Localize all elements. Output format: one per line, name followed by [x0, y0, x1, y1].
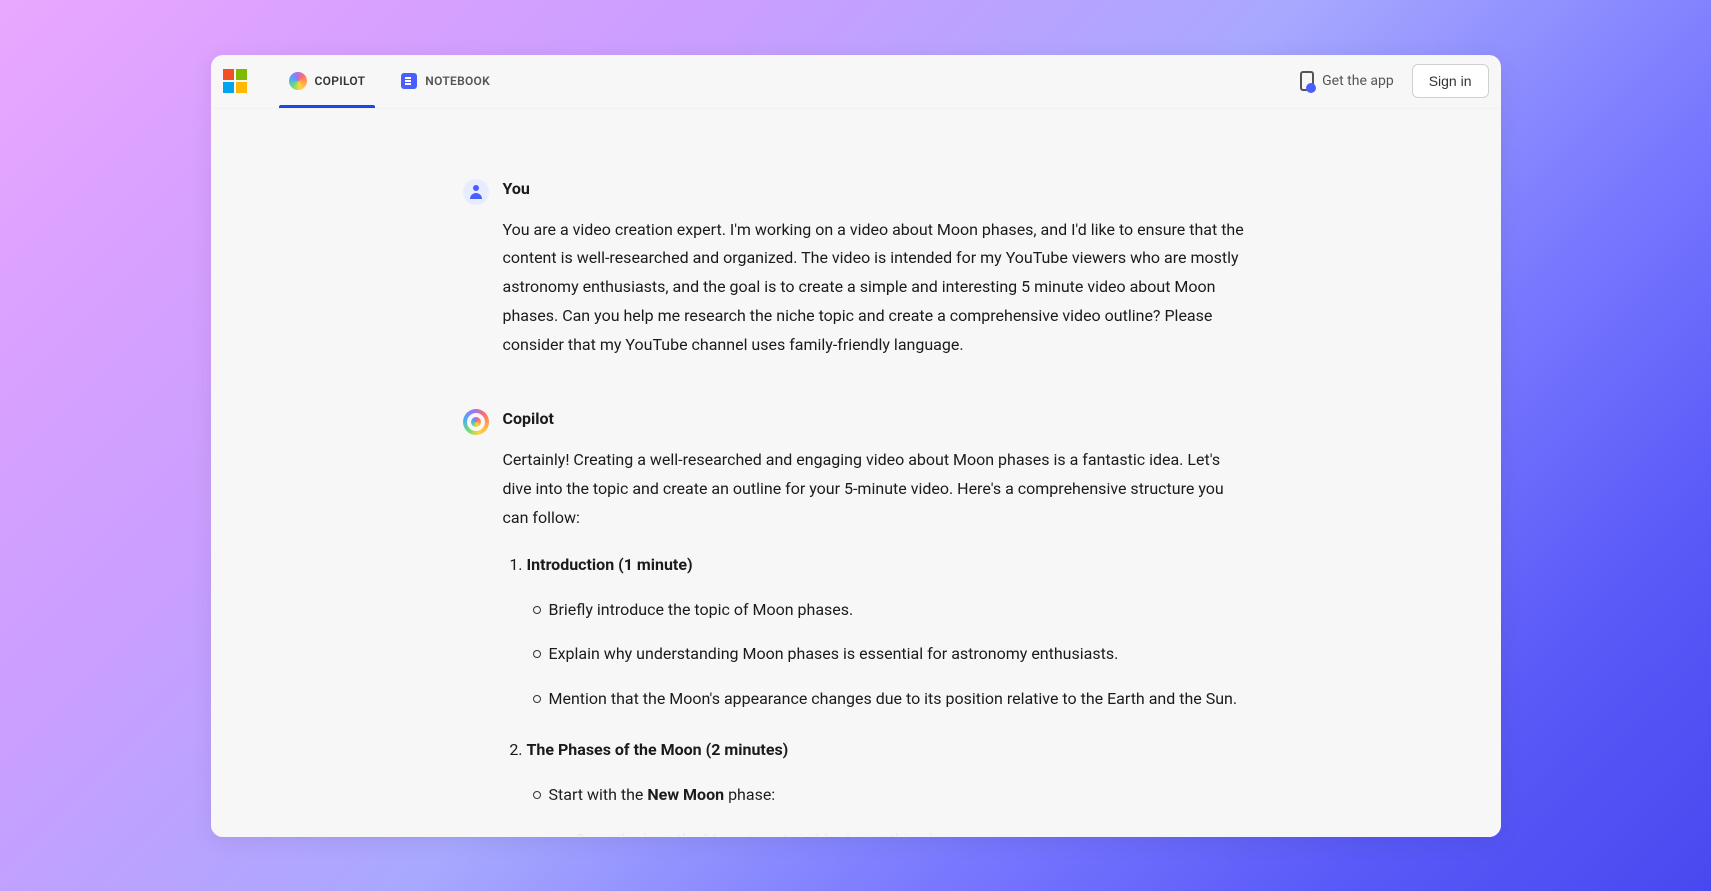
outline-item-1: Introduction (1 minute) Briefly introduc… — [527, 551, 1249, 714]
header-bar: COPILOT NOTEBOOK Get the app Sign in — [211, 55, 1501, 109]
user-message-text: You are a video creation expert. I'm wor… — [503, 216, 1249, 360]
chat-area: You You are a video creation expert. I'm… — [211, 109, 1501, 837]
tab-bar: COPILOT NOTEBOOK — [271, 55, 509, 108]
tab-copilot[interactable]: COPILOT — [271, 55, 384, 108]
message-user: You You are a video creation expert. I'm… — [431, 179, 1281, 360]
microsoft-logo-icon[interactable] — [223, 69, 247, 93]
avatar-copilot — [463, 409, 489, 435]
outline-2a-pre: Start with the — [549, 785, 648, 804]
notebook-icon — [401, 73, 417, 89]
tab-copilot-label: COPILOT — [315, 74, 366, 88]
user-icon — [469, 185, 483, 199]
outline-2a-i: Describe how the Moon is not visible dur… — [577, 826, 1249, 837]
outline-item-2-head: The Phases of the Moon (2 minutes) — [527, 740, 789, 759]
header-right: Get the app Sign in — [1300, 64, 1488, 98]
outline-item-2-sublist: Start with the New Moon phase: Describe … — [527, 781, 1249, 837]
outline-2a: Start with the New Moon phase: Describe … — [549, 781, 1249, 837]
sender-label-user: You — [503, 179, 1249, 198]
outline-2a-bold: New Moon — [647, 785, 724, 804]
outline-item-2: The Phases of the Moon (2 minutes) Start… — [527, 736, 1249, 836]
copilot-intro-text: Certainly! Creating a well-researched an… — [503, 446, 1249, 532]
sign-in-button[interactable]: Sign in — [1412, 64, 1489, 98]
outline-item-1-head: Introduction (1 minute) — [527, 555, 693, 574]
get-the-app-label: Get the app — [1322, 73, 1394, 89]
outline-2a-post: phase: — [724, 785, 775, 804]
outline-item-1-sublist: Briefly introduce the topic of Moon phas… — [527, 596, 1249, 714]
outline-1b: Explain why understanding Moon phases is… — [549, 640, 1249, 669]
message-copilot-body: Copilot Certainly! Creating a well-resea… — [503, 409, 1249, 836]
outline-2a-sublist: Describe how the Moon is not visible dur… — [549, 826, 1249, 837]
outline-list: Introduction (1 minute) Briefly introduc… — [503, 551, 1249, 837]
outline-1c: Mention that the Moon's appearance chang… — [549, 685, 1249, 714]
copilot-icon — [289, 72, 307, 90]
message-user-body: You You are a video creation expert. I'm… — [503, 179, 1249, 360]
tab-notebook-label: NOTEBOOK — [425, 74, 490, 88]
message-copilot: Copilot Certainly! Creating a well-resea… — [431, 409, 1281, 836]
phone-icon — [1300, 71, 1314, 91]
sender-label-copilot: Copilot — [503, 409, 1249, 428]
chat-scroll[interactable]: You You are a video creation expert. I'm… — [211, 109, 1501, 837]
tab-notebook[interactable]: NOTEBOOK — [383, 55, 508, 108]
app-window: COPILOT NOTEBOOK Get the app Sign in You — [211, 55, 1501, 837]
avatar-user — [463, 179, 489, 205]
get-the-app-link[interactable]: Get the app — [1300, 71, 1394, 91]
copilot-avatar-icon — [467, 413, 485, 431]
outline-1a: Briefly introduce the topic of Moon phas… — [549, 596, 1249, 625]
